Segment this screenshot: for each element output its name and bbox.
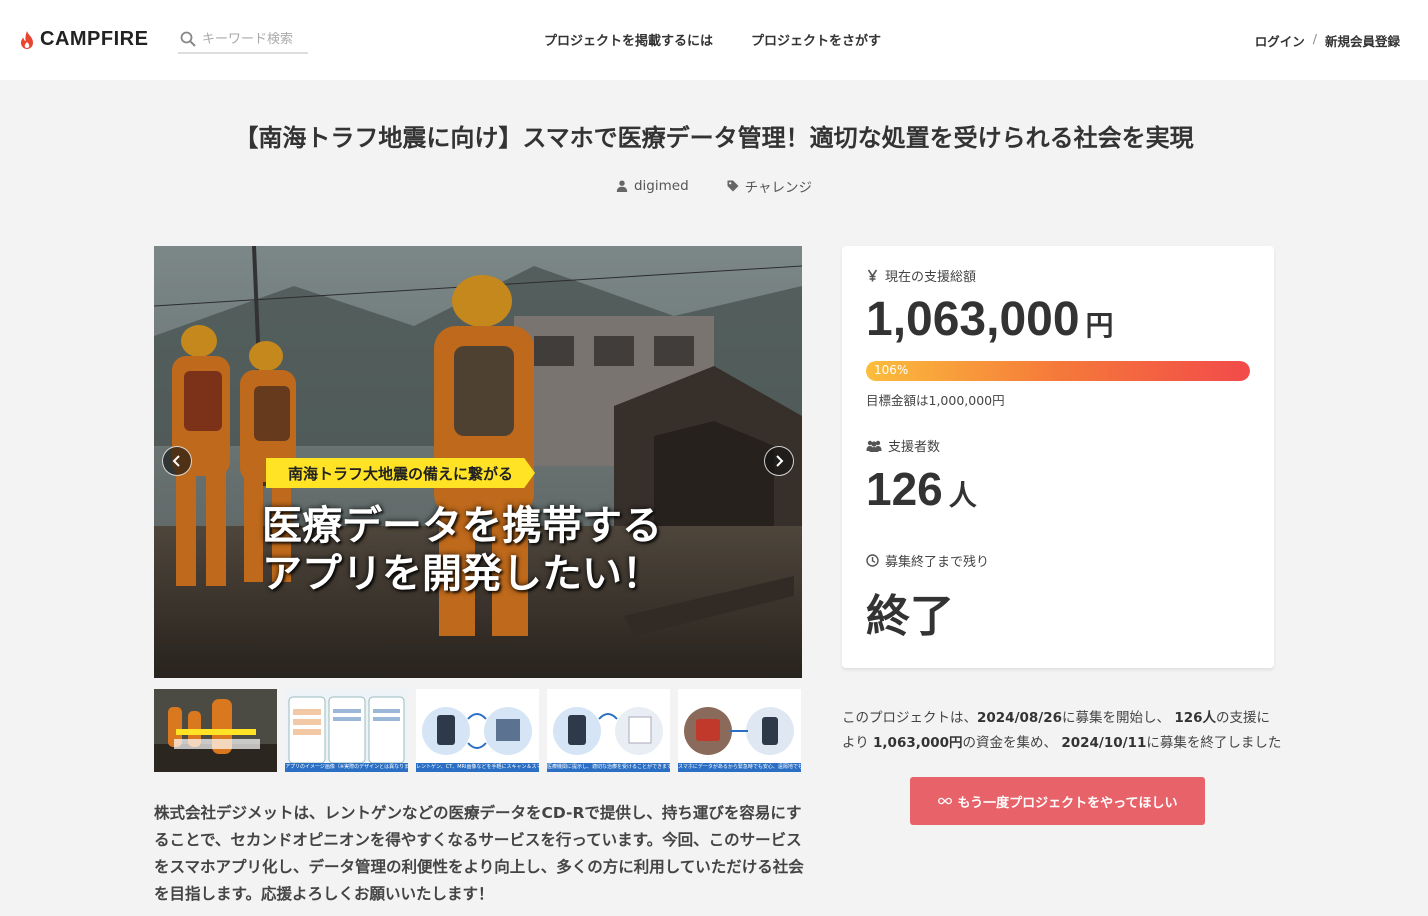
- carousel-prev-button[interactable]: [162, 446, 192, 476]
- logo-text: CAMPFIRE: [40, 28, 149, 50]
- summary-backers: 126人: [1174, 710, 1216, 726]
- funding-progress-bar: 106%: [866, 361, 1250, 381]
- thumbnail-caption: アプリのイメージ画像（※実際のデザインとは異なります）: [285, 763, 408, 772]
- register-link[interactable]: 新規会員登録: [1325, 31, 1400, 50]
- thumbnail-image: [678, 689, 801, 772]
- thumbnail-1[interactable]: [154, 689, 277, 772]
- total-amount: 1,063,000 円: [866, 292, 1114, 347]
- backers-count-value: 126: [866, 463, 943, 515]
- search-box[interactable]: [178, 26, 308, 54]
- remaining-label: 募集終了まで残り: [866, 551, 989, 570]
- user-icon: [616, 180, 628, 192]
- chevron-left-icon: [172, 455, 180, 467]
- remaining-value: 終了: [866, 591, 954, 642]
- summary-amount: 1,063,000円: [873, 735, 963, 751]
- project-summary: このプロジェクトは、2024/08/26に募集を開始し、 126人の支援により …: [842, 706, 1282, 756]
- search-input[interactable]: [202, 31, 302, 47]
- summary-text: に募集を終了しました: [1146, 735, 1282, 751]
- total-amount-label: 現在の支援総額: [866, 266, 976, 285]
- funding-stats-card: 現在の支援総額 1,063,000 円 106% 目標金額は1,000,000円 …: [842, 246, 1274, 668]
- backers-count-unit: 人: [948, 479, 977, 512]
- infinity-icon: [937, 797, 952, 805]
- remaining-label-text: 募集終了まで残り: [885, 555, 990, 570]
- hero-banner: 南海トラフ大地震の備えに繋がる: [266, 458, 536, 488]
- flame-icon: [21, 30, 33, 49]
- total-amount-label-text: 現在の支援総額: [885, 270, 977, 285]
- total-amount-value: 1,063,000: [866, 293, 1080, 346]
- thumbnail-image: [154, 689, 277, 772]
- category[interactable]: チャレンジ: [727, 176, 812, 196]
- request-again-button[interactable]: もう一度プロジェクトをやってほしい: [910, 777, 1205, 825]
- thumbnail-caption: レントゲン、CT、MRI画像などを手軽にスキャン＆スマホに保存します: [416, 763, 539, 772]
- thumbnail-caption: 医療機関に提示し、適切な治療を受けることができます: [547, 763, 670, 772]
- hero-headline-line-1: 医療データを携帯する: [262, 503, 662, 549]
- search-icon: [180, 31, 196, 47]
- thumbnail-image: [285, 689, 408, 772]
- request-again-label: もう一度プロジェクトをやってほしい: [957, 795, 1178, 811]
- carousel-next-button[interactable]: [764, 446, 794, 476]
- chevron-right-icon: [776, 455, 784, 467]
- auth-links: ログイン / 新規会員登録: [1255, 31, 1400, 50]
- owner-name: digimed: [633, 178, 689, 194]
- thumbnail-3[interactable]: レントゲン、CT、MRI画像などを手軽にスキャン＆スマホに保存します: [416, 689, 539, 772]
- backers-count: 126 人: [866, 462, 977, 516]
- progress-fill: [866, 361, 1250, 381]
- project-title: 【南海トラフ地震に向け】スマホで医療データ管理！適切な処置を受けられる社会を実現: [234, 124, 1194, 152]
- users-icon: [866, 440, 882, 452]
- nav-post-project[interactable]: プロジェクトを掲載するには: [544, 30, 713, 49]
- category-name: チャレンジ: [744, 180, 813, 196]
- backers-label: 支援者数: [866, 436, 940, 455]
- thumbnail-image: [416, 689, 539, 772]
- tag-icon: [727, 180, 739, 192]
- project-meta: digimed チャレンジ: [0, 176, 1428, 196]
- total-amount-unit: 円: [1085, 309, 1114, 342]
- summary-text: の資金を集め、: [962, 735, 1058, 751]
- hero-headline-line-2: アプリを開発したい！: [262, 551, 662, 597]
- thumbnail-2[interactable]: アプリのイメージ画像（※実際のデザインとは異なります）: [285, 689, 408, 772]
- thumbnail-5[interactable]: スマホにデータがあるから緊急時でも安心、遠隔地でも受診可能です: [678, 689, 801, 772]
- owner[interactable]: digimed: [616, 176, 689, 196]
- goal-amount: 目標金額は1,000,000円: [866, 393, 1005, 408]
- summary-start-date: 2024/08/26: [977, 710, 1063, 726]
- thumbnail-strip: アプリのイメージ画像（※実際のデザインとは異なります） レントゲン、CT、MRI…: [154, 689, 802, 772]
- hero-headline: 医療データを携帯する アプリを開発したい！: [262, 502, 782, 598]
- thumbnail-4[interactable]: 医療機関に提示し、適切な治療を受けることができます: [547, 689, 670, 772]
- project-description: 株式会社デジメットは、レントゲンなどの医療データをCD-Rで提供し、持ち運びを容…: [154, 804, 804, 903]
- thumbnail-caption: スマホにデータがあるから緊急時でも安心、遠隔地でも受診可能です: [678, 763, 801, 772]
- summary-text: このプロジェクトは、: [842, 710, 977, 726]
- login-link[interactable]: ログイン: [1255, 31, 1305, 50]
- yen-icon: [867, 269, 878, 282]
- summary-text: に募集を開始し、: [1062, 710, 1171, 726]
- progress-percent: 106%: [874, 363, 909, 377]
- nav-find-project[interactable]: プロジェクトをさがす: [751, 30, 881, 49]
- campfire-logo[interactable]: CAMPFIRE: [18, 28, 148, 51]
- auth-separator: /: [1312, 31, 1317, 46]
- backers-label-text: 支援者数: [888, 440, 941, 455]
- hero-carousel[interactable]: 南海トラフ大地震の備えに繋がる 医療データを携帯する アプリを開発したい！: [154, 246, 802, 678]
- clock-icon: [866, 554, 879, 567]
- summary-end-date: 2024/10/11: [1061, 735, 1147, 751]
- site-header: CAMPFIRE プロジェクトを掲載するには プロジェクトをさがす ログイン /…: [0, 0, 1428, 80]
- thumbnail-image: [547, 689, 670, 772]
